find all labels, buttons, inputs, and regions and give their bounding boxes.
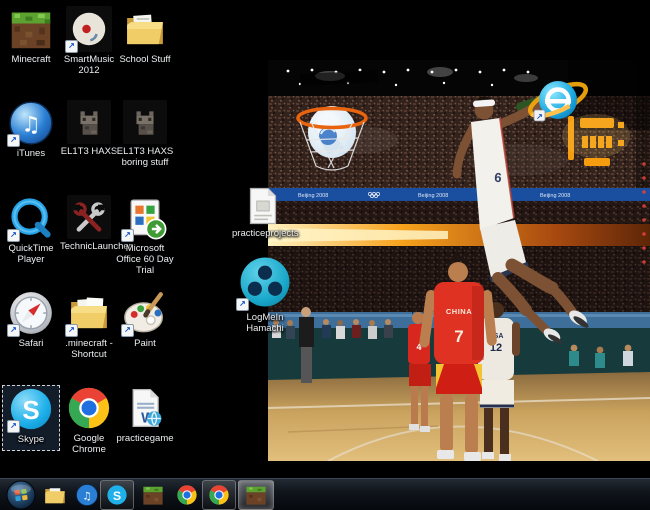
taskbar-item-chrome-running[interactable] xyxy=(202,480,236,510)
taskbar-item-itunes[interactable]: ♫ xyxy=(74,482,100,508)
taskbar-item-minecraft[interactable] xyxy=(140,482,166,508)
taskbar-item-minecraft-active[interactable] xyxy=(238,480,274,510)
minecraft-icon xyxy=(9,7,53,51)
icon-label: Google Chrome xyxy=(60,433,118,455)
desktop-icon-smartmusic[interactable]: ↗ SmartMusic 2012 xyxy=(60,6,118,76)
icon-label: SmartMusic 2012 xyxy=(60,54,118,76)
desktop-icon-skype[interactable]: S ↗ Skype xyxy=(2,385,60,451)
chrome-icon xyxy=(66,385,112,431)
icon-label: practicegame xyxy=(116,433,174,444)
pixel-cat-icon xyxy=(72,105,106,139)
desktop-icon-paint[interactable]: ↗ Paint xyxy=(116,290,174,349)
desktop-icon-office-trial[interactable]: ↗ Microsoft Office 60 Day Trial xyxy=(116,195,174,277)
taskbar-item-explorer[interactable] xyxy=(42,482,68,508)
jersey-number-7: 7 xyxy=(454,327,463,346)
icon-label: iTunes xyxy=(2,148,60,159)
svg-text:↗: ↗ xyxy=(536,112,543,121)
desktop-icon-quicktime[interactable]: ↗ QuickTime Player xyxy=(2,195,60,265)
taskbar-item-chrome[interactable] xyxy=(174,482,200,508)
shortcut-arrow-icon: ↗ xyxy=(121,324,134,337)
document-icon xyxy=(248,187,278,225)
desktop-icon-minecraft[interactable]: Minecraft xyxy=(2,6,60,65)
icon-label: EL1T3 HAXS boring stuff xyxy=(116,146,174,168)
desktop-icon-elit3-haxs[interactable]: EL1T3 HAXS xyxy=(60,100,118,157)
desktop-icon-itunes[interactable]: ♫ ↗ iTunes xyxy=(2,100,60,159)
icon-label: Safari xyxy=(2,338,60,349)
desktop-icon-hamachi[interactable]: ↗ LogMeIn Hamachi xyxy=(234,254,296,334)
itunes-icon: ♫ xyxy=(75,483,99,507)
folder-icon xyxy=(123,7,167,51)
desktop-icon-techniclauncher[interactable]: TechnicLauncher xyxy=(60,195,118,252)
desktop-icon-elit3-haxs-boring[interactable]: EL1T3 HAXS boring stuff xyxy=(116,100,174,168)
banner-text: Beijing 2008 xyxy=(418,193,448,199)
referee xyxy=(299,307,314,383)
desktop-icon-safari[interactable]: ↗ Safari xyxy=(2,290,60,349)
lebron-ie-dunk-scene: Beijing 2008 Beijing 2008 Beijing 2008 xyxy=(268,60,650,461)
shortcut-arrow-icon: ↗ xyxy=(236,298,249,311)
shortcut-arrow-icon: ↗ xyxy=(7,229,20,242)
banner-text: Beijing 2008 xyxy=(298,193,328,199)
icon-label: Minecraft xyxy=(2,54,60,65)
desktop-icon-chrome[interactable]: Google Chrome xyxy=(60,385,118,455)
chrome-icon xyxy=(208,484,230,506)
shortcut-arrow-icon: ↗ xyxy=(65,40,78,53)
taskbar-item-skype-running[interactable]: S xyxy=(100,480,134,510)
chrome-icon xyxy=(176,484,198,506)
shortcut-arrow-icon: ↗ xyxy=(65,324,78,337)
icon-label: School Stuff xyxy=(116,54,174,65)
icon-label: EL1T3 HAXS xyxy=(60,146,118,157)
icon-label: QuickTime Player xyxy=(2,243,60,265)
shortcut-arrow-icon: ↗ xyxy=(7,134,20,147)
wrench-tools-icon xyxy=(71,199,107,235)
desktop-icon-practicegame[interactable]: W practicegame xyxy=(116,385,174,444)
minecraft-icon xyxy=(245,484,267,506)
svg-text:♫: ♫ xyxy=(21,113,40,138)
shortcut-arrow-icon: ↗ xyxy=(7,420,20,433)
skype-icon: S xyxy=(106,484,128,506)
explorer-folder-icon xyxy=(43,483,67,507)
icon-label: TechnicLauncher xyxy=(60,241,118,252)
wallpaper-photo: Beijing 2008 Beijing 2008 Beijing 2008 xyxy=(268,60,650,461)
banner-beijing-2008: Beijing 2008 Beijing 2008 Beijing 2008 xyxy=(268,188,650,201)
windows-start-orb-icon xyxy=(6,480,36,510)
svg-text:S: S xyxy=(113,489,121,503)
svg-text:♫: ♫ xyxy=(82,491,91,503)
minecraft-icon xyxy=(142,484,164,506)
icon-label: Skype xyxy=(3,434,59,445)
desktop-icon-school-stuff[interactable]: School Stuff xyxy=(116,6,174,65)
shortcut-arrow-icon: ↗ xyxy=(534,110,545,121)
icon-label: practiceprojects xyxy=(232,228,294,239)
pixel-cat-icon xyxy=(128,105,162,139)
icon-label: LogMeIn Hamachi xyxy=(234,312,296,334)
banner-text: Beijing 2008 xyxy=(540,193,570,199)
desktop-icon-minecraft-folder[interactable]: ↗ .minecraft - Shortcut xyxy=(60,290,118,360)
desktop-icon-practiceprojects[interactable]: practiceprojects xyxy=(232,186,294,239)
start-button[interactable] xyxy=(6,480,36,510)
svg-text:S: S xyxy=(22,397,39,425)
shortcut-arrow-icon: ↗ xyxy=(7,324,20,337)
icon-label: .minecraft - Shortcut xyxy=(60,338,118,360)
icon-label: Microsoft Office 60 Day Trial xyxy=(116,243,174,277)
mid-crowd xyxy=(268,201,650,224)
desktop: Beijing 2008 Beijing 2008 Beijing 2008 xyxy=(0,0,650,510)
word-document-icon: W xyxy=(124,386,166,430)
icon-label: Paint xyxy=(116,338,174,349)
shortcut-arrow-icon: ↗ xyxy=(121,229,134,242)
jersey-number-6: 6 xyxy=(494,170,503,186)
jersey-team-china: CHINA xyxy=(446,307,472,316)
